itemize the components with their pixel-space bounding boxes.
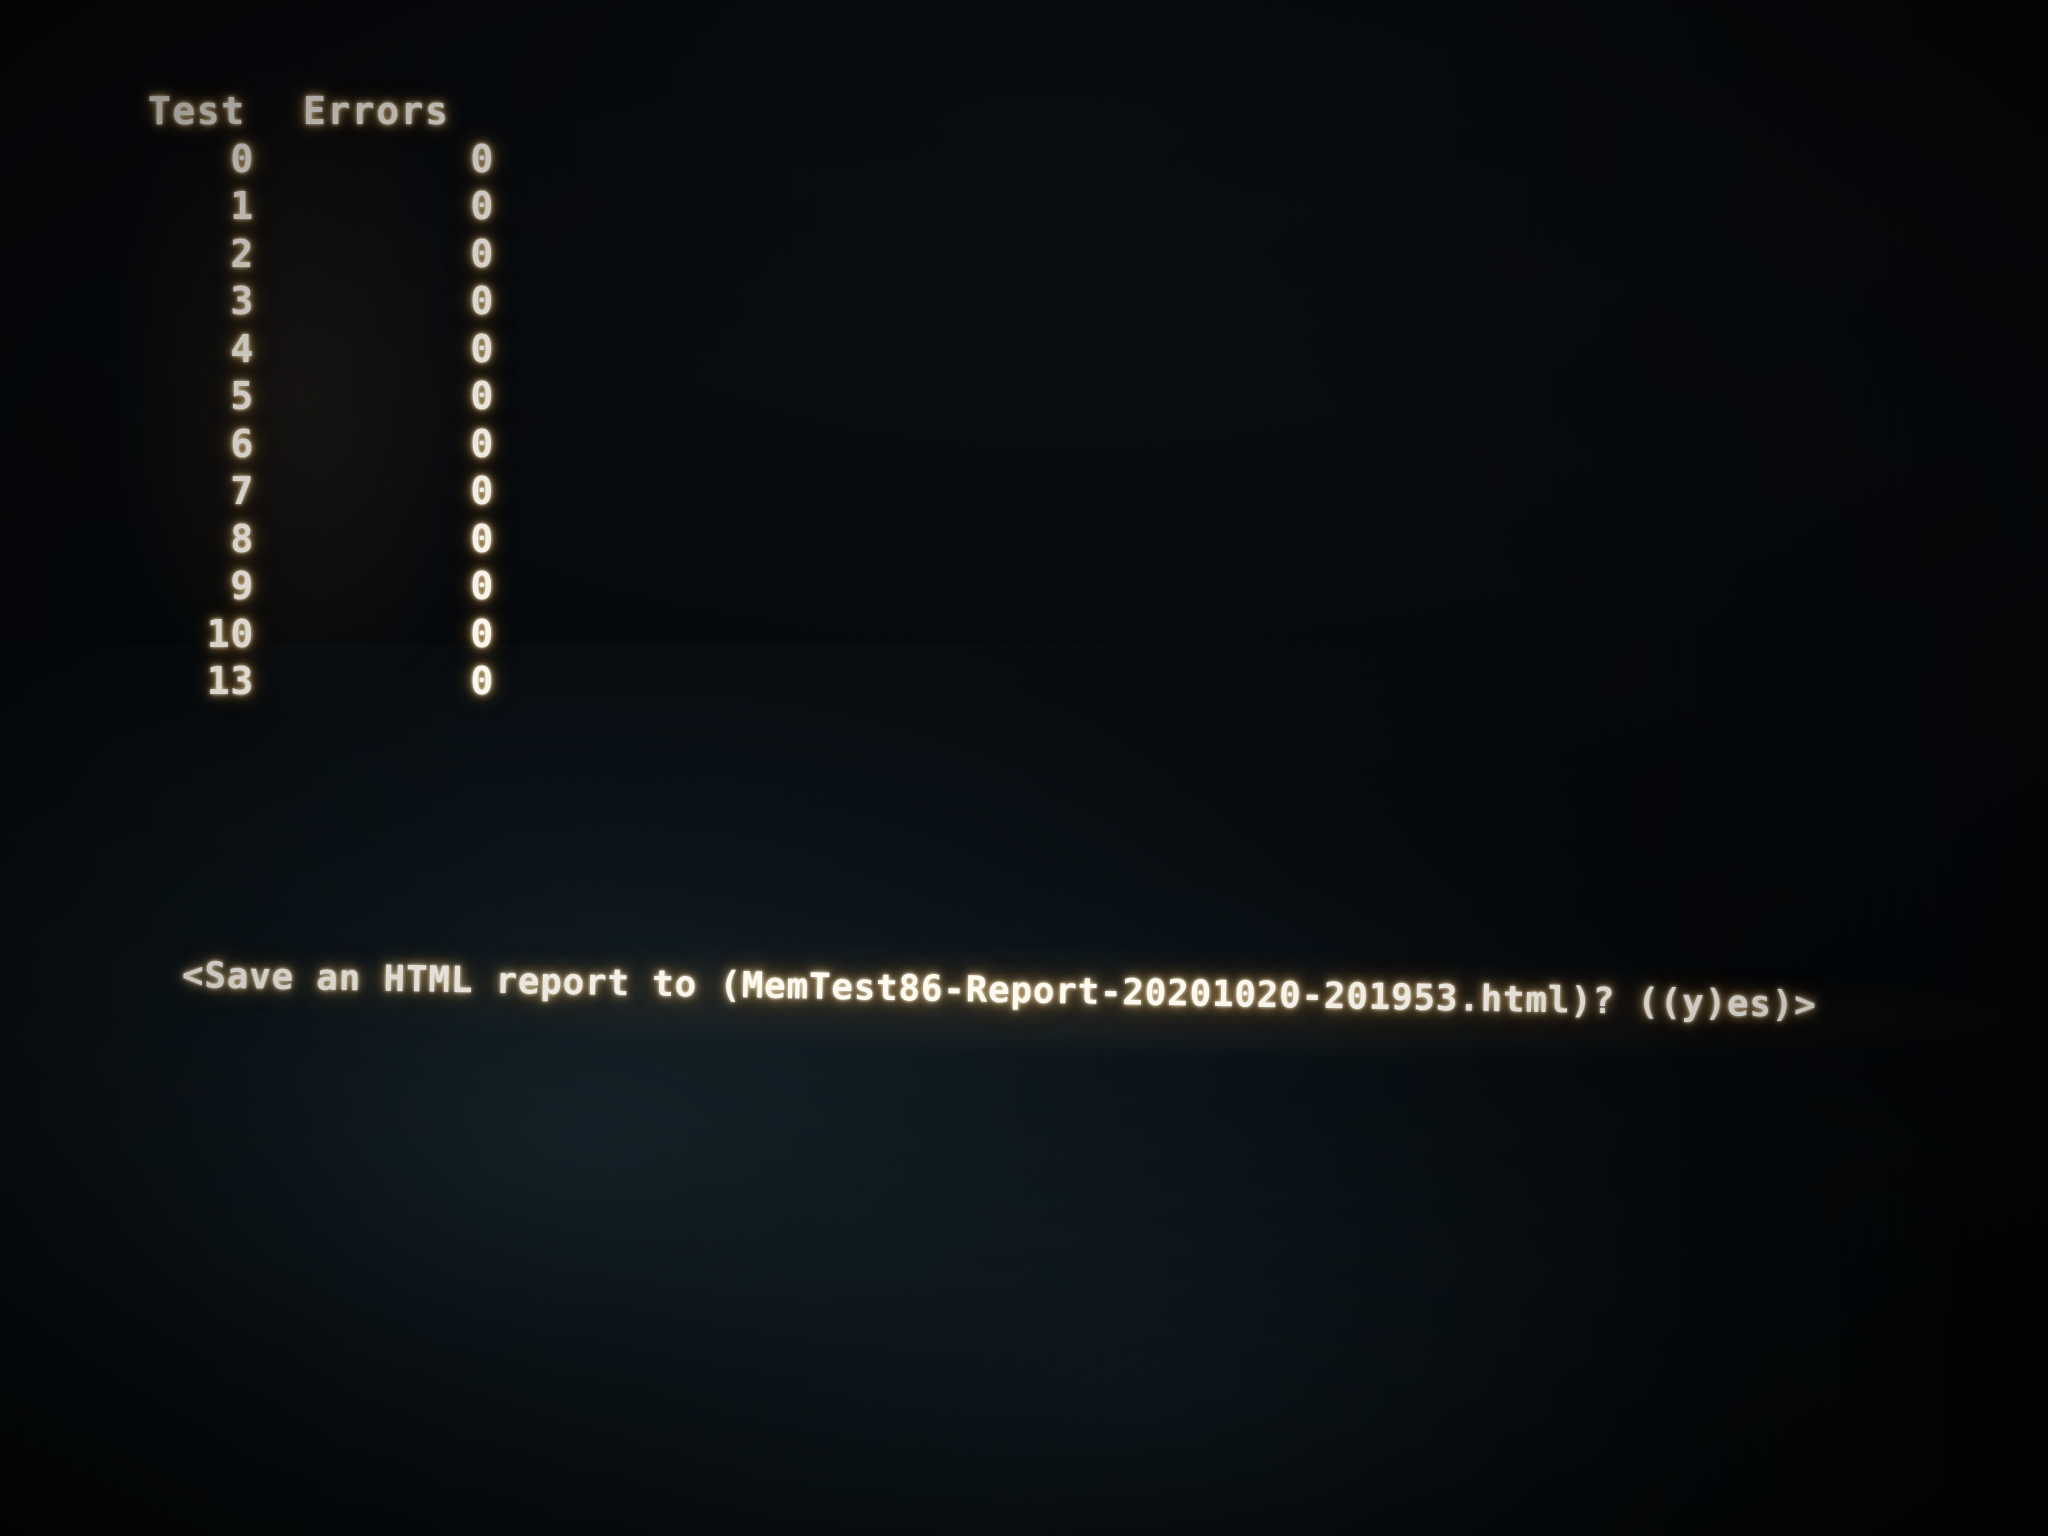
test-results-table: Test Errors 00 10 20 30 40 50 60 70 80 90… <box>148 88 494 706</box>
table-row: 13 0 <box>148 658 494 706</box>
cell-error-count: 0 <box>470 421 494 466</box>
cell-test-number: 7 <box>230 469 254 513</box>
cell-test-number: 1 <box>230 184 254 228</box>
table-row: 70 <box>148 468 494 516</box>
table-row: 60 <box>148 421 494 469</box>
column-header-test: Test <box>148 89 246 133</box>
cell-error-count: 0 <box>470 469 494 513</box>
table-row: 30 <box>148 278 494 326</box>
cell-error-count: 0 <box>470 136 494 181</box>
cell-error-count: 0 <box>470 611 494 656</box>
table-row: 10 <box>148 183 494 231</box>
table-row: 10 0 <box>148 611 494 659</box>
cell-error-count: 0 <box>470 659 494 703</box>
cell-test-number: 2 <box>230 231 254 276</box>
cell-test-number: 5 <box>230 374 254 418</box>
cell-test-number: 3 <box>230 279 254 323</box>
table-header-row: Test Errors <box>148 88 494 136</box>
cell-error-count: 0 <box>470 564 494 608</box>
table-row: 40 <box>148 326 494 374</box>
table-row: 50 <box>148 373 494 421</box>
cell-test-number: 6 <box>230 421 254 466</box>
cell-error-count: 0 <box>470 279 494 323</box>
cell-test-number: 9 <box>230 564 254 608</box>
cell-error-count: 0 <box>470 231 494 276</box>
screen-backlight-haze <box>0 645 1680 1536</box>
cell-error-count: 0 <box>470 374 494 418</box>
cell-test-number: 4 <box>230 326 254 371</box>
cell-test-number: 13 <box>206 659 254 703</box>
cell-test-number: 8 <box>230 516 254 561</box>
cell-error-count: 0 <box>470 516 494 561</box>
cell-test-number: 0 <box>230 136 254 181</box>
save-report-prompt-text[interactable]: <Save an HTML report to (MemTest86-Repor… <box>182 955 1817 1026</box>
table-row: 90 <box>148 563 494 611</box>
cell-error-count: 0 <box>470 326 494 371</box>
memtest86-screen: Test Errors 00 10 20 30 40 50 60 70 80 90… <box>0 0 2048 1536</box>
table-row: 20 <box>148 231 494 279</box>
cell-error-count: 0 <box>470 184 494 228</box>
cell-test-number: 10 <box>206 611 254 656</box>
column-header-errors: Errors <box>303 89 450 133</box>
save-html-report-prompt[interactable]: <Save an HTML report to (MemTest86-Repor… <box>182 955 1817 1026</box>
table-row: 00 <box>148 136 494 184</box>
table-row: 80 <box>148 516 494 564</box>
